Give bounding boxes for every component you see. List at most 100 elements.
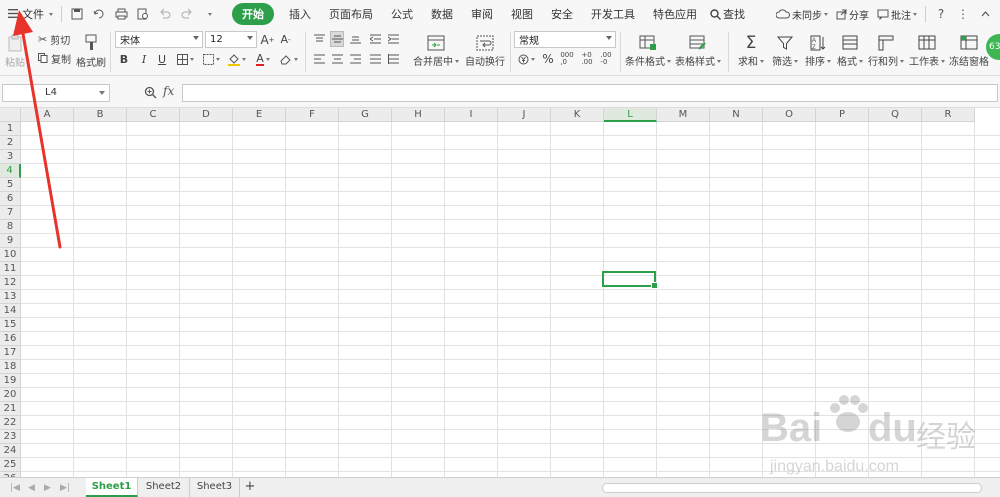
justify-button[interactable]	[368, 51, 382, 67]
add-sheet-button[interactable]: +	[240, 478, 260, 497]
sheet-tab-3[interactable]: Sheet3	[190, 478, 240, 497]
next-sheet-icon[interactable]: ▶	[44, 483, 51, 493]
number-format-select[interactable]: 常规	[514, 31, 616, 48]
save-icon[interactable]	[69, 6, 85, 22]
percent-button[interactable]: %	[541, 51, 555, 67]
column-header[interactable]: A	[21, 108, 74, 122]
first-sheet-icon[interactable]: |◀	[10, 483, 20, 493]
row-header[interactable]: 2	[0, 136, 21, 150]
align-left-button[interactable]	[312, 51, 326, 67]
row-header[interactable]: 6	[0, 192, 21, 206]
row-header[interactable]: 21	[0, 402, 21, 416]
column-header[interactable]: P	[816, 108, 869, 122]
more-icon[interactable]: ⋮	[955, 6, 971, 22]
indent-increase-button[interactable]	[386, 31, 400, 47]
column-header[interactable]: O	[763, 108, 816, 122]
fx-button[interactable]: fx	[163, 84, 174, 98]
row-header[interactable]: 9	[0, 234, 21, 248]
row-header[interactable]: 13	[0, 290, 21, 304]
align-top-button[interactable]	[312, 31, 326, 47]
tab-developer[interactable]: 开发工具	[582, 3, 644, 25]
active-cell[interactable]	[602, 271, 658, 289]
zoom-formula-icon[interactable]	[144, 86, 157, 102]
print-icon[interactable]	[113, 6, 129, 22]
row-header[interactable]: 23	[0, 430, 21, 444]
tab-home[interactable]: 开始	[232, 3, 274, 25]
currency-button[interactable]	[516, 51, 536, 67]
row-header[interactable]: 18	[0, 360, 21, 374]
sheet-tab-1[interactable]: Sheet1	[86, 478, 138, 497]
tab-data[interactable]: 数据	[422, 3, 462, 25]
print-preview-icon[interactable]	[135, 6, 151, 22]
row-header[interactable]: 20	[0, 388, 21, 402]
column-header[interactable]: Q	[869, 108, 922, 122]
row-header[interactable]: 11	[0, 262, 21, 276]
decrease-font-button[interactable]: A-	[279, 31, 292, 48]
tab-page-layout[interactable]: 页面布局	[320, 3, 382, 25]
row-header[interactable]: 3	[0, 150, 21, 164]
share-button[interactable]: 分享	[832, 3, 873, 25]
borders-button[interactable]	[175, 51, 195, 67]
indent-decrease-button[interactable]	[368, 31, 382, 47]
tab-security[interactable]: 安全	[542, 3, 582, 25]
tab-review[interactable]: 审阅	[462, 3, 502, 25]
sort-button[interactable]: AZ 排序	[803, 31, 833, 71]
bold-button[interactable]: B	[117, 51, 131, 67]
tab-view[interactable]: 视图	[502, 3, 542, 25]
column-header[interactable]: J	[498, 108, 551, 122]
formula-input[interactable]	[182, 84, 998, 102]
align-middle-button[interactable]	[330, 31, 344, 47]
column-header[interactable]: C	[127, 108, 180, 122]
increase-decimal-button[interactable]: +0.00	[580, 51, 594, 67]
quick-access-dropdown-icon[interactable]	[201, 6, 217, 22]
format-painter-button[interactable]: 格式刷	[76, 31, 106, 71]
search-button[interactable]: 查找	[706, 3, 749, 25]
column-header[interactable]: F	[286, 108, 339, 122]
comment-button[interactable]: 批注	[873, 3, 921, 25]
column-header[interactable]: M	[657, 108, 710, 122]
align-bottom-button[interactable]	[348, 31, 362, 47]
collapse-ribbon-icon[interactable]	[977, 6, 993, 22]
column-header[interactable]: E	[233, 108, 286, 122]
last-sheet-icon[interactable]: ▶|	[60, 483, 70, 493]
column-header[interactable]: L	[604, 108, 657, 122]
decrease-decimal-button[interactable]: .00 -0	[599, 51, 613, 67]
row-column-button[interactable]: 行和列	[868, 31, 904, 71]
horizontal-scrollbar[interactable]	[602, 483, 982, 493]
name-box[interactable]: L4	[2, 84, 110, 102]
row-header[interactable]: 16	[0, 332, 21, 346]
row-header[interactable]: 10	[0, 248, 21, 262]
row-header[interactable]: 22	[0, 416, 21, 430]
copy-button[interactable]: 复制	[38, 51, 71, 66]
column-header[interactable]: D	[180, 108, 233, 122]
row-header[interactable]: 12	[0, 276, 21, 290]
row-header[interactable]: 7	[0, 206, 21, 220]
tab-features[interactable]: 特色应用	[644, 3, 706, 25]
column-header[interactable]: G	[339, 108, 392, 122]
select-all-corner[interactable]	[0, 108, 21, 122]
format-button[interactable]: 格式	[836, 31, 864, 71]
worksheet-button[interactable]: 工作表	[908, 31, 946, 71]
help-icon[interactable]: ?	[933, 6, 949, 22]
merge-center-button[interactable]: 合并居中	[412, 31, 460, 71]
table-style-button[interactable]: 表格样式	[675, 31, 721, 71]
column-header[interactable]: K	[551, 108, 604, 122]
italic-button[interactable]: I	[137, 51, 151, 67]
row-header[interactable]: 24	[0, 444, 21, 458]
column-header[interactable]: R	[922, 108, 975, 122]
underline-button[interactable]: U	[155, 51, 169, 67]
clear-button[interactable]	[279, 51, 299, 67]
undo-icon[interactable]	[157, 6, 173, 22]
align-right-button[interactable]	[348, 51, 362, 67]
cut-button[interactable]: ✂ 剪切	[38, 32, 70, 47]
redo-icon[interactable]	[179, 6, 195, 22]
conditional-format-button[interactable]: 条件格式	[625, 31, 671, 71]
file-menu[interactable]: 文件	[4, 3, 57, 25]
fill-color-button[interactable]	[227, 51, 247, 67]
paste-button[interactable]: 粘贴	[3, 31, 27, 71]
freeze-panes-button[interactable]: 冻结窗格	[948, 31, 990, 71]
row-header[interactable]: 5	[0, 178, 21, 192]
row-header[interactable]: 1	[0, 122, 21, 136]
row-header[interactable]: 19	[0, 374, 21, 388]
row-header[interactable]: 17	[0, 346, 21, 360]
